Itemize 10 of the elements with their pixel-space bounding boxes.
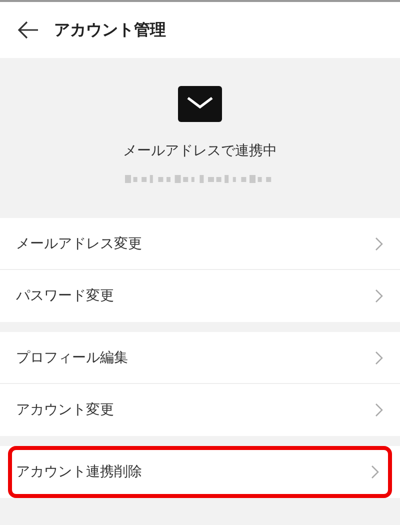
menu-item[interactable]: アカウント連携削除 — [8, 446, 392, 498]
back-icon[interactable] — [16, 20, 40, 40]
page-title: アカウント管理 — [54, 20, 166, 40]
chevron-icon — [374, 402, 384, 418]
chevron-icon — [370, 464, 380, 480]
chevron-icon — [374, 288, 384, 304]
mail-icon — [178, 86, 222, 122]
link-status-text: メールアドレスで連携中 — [123, 142, 277, 160]
chevron-icon — [374, 236, 384, 252]
chevron-icon — [374, 350, 384, 366]
